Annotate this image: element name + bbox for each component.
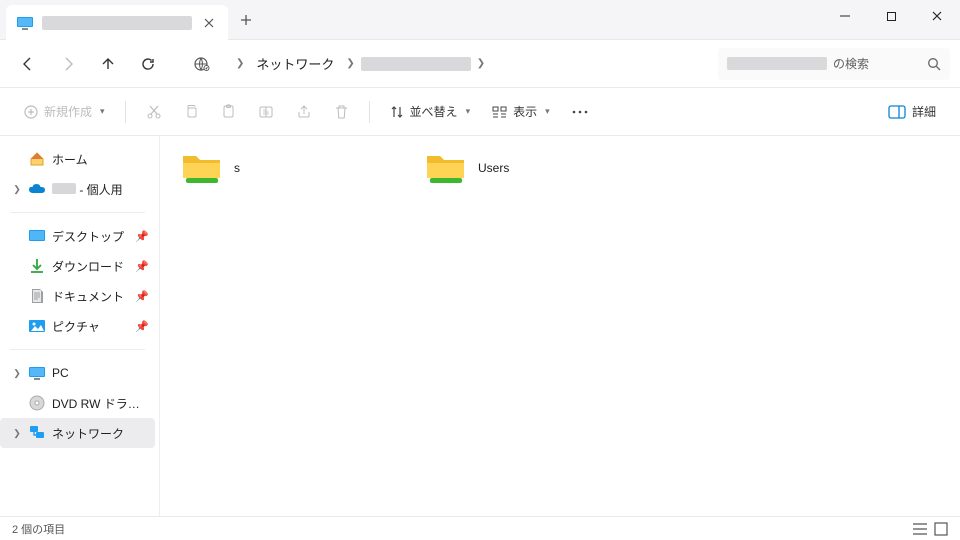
- icons-view-button[interactable]: [934, 522, 948, 536]
- download-icon: [28, 257, 46, 275]
- new-label: 新規作成: [44, 103, 92, 120]
- sidebar-label: DVD RW ドライブ (D:): [52, 395, 149, 412]
- delete-button[interactable]: [324, 95, 359, 129]
- new-tab-button[interactable]: [228, 2, 264, 38]
- forward-button[interactable]: [50, 46, 86, 82]
- breadcrumb-node-redacted[interactable]: [361, 57, 471, 71]
- file-item[interactable]: s: [176, 148, 396, 188]
- sidebar-label: ホーム: [52, 151, 149, 168]
- separator: [125, 101, 126, 123]
- pictures-icon: [28, 317, 46, 335]
- separator: [10, 212, 145, 213]
- minimize-button[interactable]: [822, 0, 868, 32]
- sidebar-label: ドキュメント: [52, 288, 129, 305]
- details-pane-button[interactable]: 詳細: [878, 95, 946, 129]
- paste-button[interactable]: [211, 95, 246, 129]
- sidebar-item-documents[interactable]: ドキュメント 📌: [0, 281, 155, 311]
- back-button[interactable]: [10, 46, 46, 82]
- view-button[interactable]: 表示 ▾: [482, 95, 560, 129]
- share-button[interactable]: [286, 95, 322, 129]
- content-area: ホーム ❯ - 個人用 デスクトップ 📌 ダウンロード: [0, 136, 960, 516]
- document-icon: [28, 287, 46, 305]
- tab-close-button[interactable]: [200, 14, 218, 32]
- network-icon: [28, 424, 46, 442]
- sidebar-item-onedrive[interactable]: ❯ - 個人用: [0, 174, 155, 204]
- sidebar-item-pc[interactable]: ❯ PC: [0, 358, 155, 388]
- tab-title-redacted: [42, 16, 192, 30]
- chevron-right-icon: ❯: [346, 58, 354, 69]
- disc-icon: [28, 394, 46, 412]
- new-button[interactable]: 新規作成 ▾: [14, 95, 115, 129]
- sidebar-label: - 個人用: [52, 181, 149, 198]
- search-icon: [927, 57, 941, 71]
- search-input[interactable]: の検索: [718, 48, 950, 80]
- sidebar-item-downloads[interactable]: ダウンロード 📌: [0, 251, 155, 281]
- chevron-right-icon[interactable]: ❯: [12, 368, 22, 379]
- navbar: ❯ ネットワーク ❯ ❯ の検索: [0, 40, 960, 88]
- details-label: 詳細: [912, 103, 936, 120]
- up-button[interactable]: [90, 46, 126, 82]
- desktop-icon: [28, 227, 46, 245]
- breadcrumb-network[interactable]: ネットワーク: [250, 51, 340, 76]
- separator: [369, 101, 370, 123]
- toolbar: 新規作成 ▾ 並べ替え ▾ 表示 ▾ 詳細: [0, 88, 960, 136]
- pin-icon: 📌: [135, 230, 149, 243]
- network-folder-icon: [180, 150, 224, 186]
- onedrive-name-redacted: [52, 183, 76, 194]
- chevron-down-icon: ▾: [100, 106, 105, 117]
- chevron-down-icon: ▾: [545, 106, 550, 117]
- file-name: s: [234, 161, 240, 175]
- refresh-button[interactable]: [130, 46, 166, 82]
- network-folder-icon: [424, 150, 468, 186]
- chevron-right-icon: ❯: [477, 58, 485, 69]
- cut-button[interactable]: [136, 95, 172, 129]
- sidebar: ホーム ❯ - 個人用 デスクトップ 📌 ダウンロード: [0, 136, 160, 516]
- sidebar-label: ピクチャ: [52, 318, 129, 335]
- sidebar-label: ダウンロード: [52, 258, 129, 275]
- file-item[interactable]: Users: [420, 148, 640, 188]
- file-list[interactable]: s Users: [160, 136, 960, 516]
- sidebar-item-network[interactable]: ❯ ネットワーク: [0, 418, 155, 448]
- cloud-icon: [28, 180, 46, 198]
- separator: [10, 349, 145, 350]
- chevron-right-icon: ❯: [236, 58, 244, 69]
- titlebar: [0, 0, 960, 40]
- item-count: 2 個の項目: [12, 521, 65, 537]
- close-window-button[interactable]: [914, 0, 960, 32]
- window-controls: [822, 0, 960, 32]
- chevron-down-icon: ▾: [466, 106, 471, 117]
- sidebar-label: ネットワーク: [52, 425, 149, 442]
- pc-icon: [28, 364, 46, 382]
- chevron-right-icon[interactable]: ❯: [12, 184, 22, 195]
- details-view-button[interactable]: [912, 522, 928, 536]
- pin-icon: 📌: [135, 290, 149, 303]
- rename-button[interactable]: [248, 95, 284, 129]
- pin-icon: 📌: [135, 320, 149, 333]
- more-button[interactable]: [562, 95, 598, 129]
- copy-button[interactable]: [174, 95, 209, 129]
- chevron-right-icon[interactable]: ❯: [12, 428, 22, 439]
- maximize-button[interactable]: [868, 0, 914, 32]
- sidebar-label: デスクトップ: [52, 228, 129, 245]
- statusbar: 2 個の項目: [0, 516, 960, 540]
- breadcrumb[interactable]: ❯ ネットワーク ❯ ❯: [232, 48, 714, 80]
- sidebar-item-pictures[interactable]: ピクチャ 📌: [0, 311, 155, 341]
- home-icon: [28, 150, 46, 168]
- pc-icon: [16, 14, 34, 32]
- sort-label: 並べ替え: [410, 103, 458, 120]
- globe-icon[interactable]: [184, 46, 220, 82]
- sidebar-label: PC: [52, 366, 149, 380]
- sidebar-item-desktop[interactable]: デスクトップ 📌: [0, 221, 155, 251]
- active-tab[interactable]: [6, 5, 228, 40]
- sort-button[interactable]: 並べ替え ▾: [380, 95, 481, 129]
- sidebar-item-home[interactable]: ホーム: [0, 144, 155, 174]
- sidebar-item-dvd[interactable]: DVD RW ドライブ (D:): [0, 388, 155, 418]
- search-placeholder-redacted: [727, 57, 827, 70]
- search-placeholder-suffix: の検索: [833, 55, 869, 72]
- file-name: Users: [478, 161, 509, 175]
- pin-icon: 📌: [135, 260, 149, 273]
- view-label: 表示: [513, 103, 537, 120]
